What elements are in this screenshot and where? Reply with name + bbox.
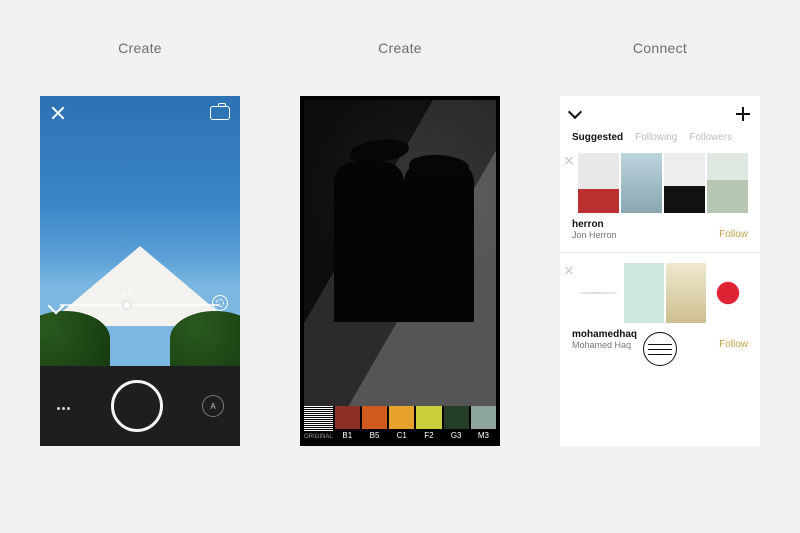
camera-bottom-bar: A xyxy=(40,366,240,446)
avatar-placeholder xyxy=(578,292,618,294)
editor-image[interactable] xyxy=(304,100,496,406)
filter-label: M3 xyxy=(478,431,489,440)
close-icon[interactable] xyxy=(50,105,66,121)
filter-c1[interactable]: C1 xyxy=(389,406,414,442)
mode-label: A xyxy=(210,402,215,411)
dismiss-icon[interactable] xyxy=(564,265,574,275)
tab-followers[interactable]: Followers xyxy=(689,132,732,143)
globe-overlay-icon xyxy=(643,332,677,366)
follow-button[interactable]: Follow xyxy=(719,339,748,350)
username[interactable]: mohamedhaq xyxy=(572,329,637,340)
more-options-icon[interactable] xyxy=(56,397,71,415)
editor-screen: ORIGINAL B1 B5 C1 F2 G3 M3 xyxy=(300,96,500,446)
switch-camera-icon[interactable] xyxy=(210,106,230,120)
tab-following[interactable]: Following xyxy=(635,132,677,143)
filter-label: B1 xyxy=(342,431,352,440)
column-title-camera: Create xyxy=(118,40,162,56)
filter-label: G3 xyxy=(451,431,462,440)
username[interactable]: herron xyxy=(572,219,617,230)
exposure-value: 0.0 xyxy=(122,289,133,298)
display-name: Mohamed Haq xyxy=(572,340,637,350)
filter-b1[interactable]: B1 xyxy=(335,406,360,442)
filter-label: F2 xyxy=(424,431,433,440)
exposure-knob[interactable] xyxy=(122,300,132,310)
collapse-chevron-icon[interactable] xyxy=(568,105,582,119)
filter-f2[interactable]: F2 xyxy=(416,406,441,442)
shutter-button[interactable] xyxy=(111,380,163,432)
column-title-editor: Create xyxy=(378,40,422,56)
filter-b5[interactable]: B5 xyxy=(362,406,387,442)
camera-viewfinder: 0.0 xyxy=(40,96,240,366)
display-name: Jon Herron xyxy=(572,230,617,240)
column-title-connect: Connect xyxy=(633,40,687,56)
thumbnail-strip[interactable] xyxy=(578,153,748,213)
filter-m3[interactable]: M3 xyxy=(471,406,496,442)
filter-label: C1 xyxy=(397,431,407,440)
divider xyxy=(560,252,760,253)
user-card: mohamedhaq Mohamed Haq Follow xyxy=(560,259,760,360)
filter-g3[interactable]: G3 xyxy=(444,406,469,442)
add-icon[interactable] xyxy=(736,107,750,121)
filter-original[interactable]: ORIGINAL xyxy=(304,406,333,442)
camera-screen: 0.0 A xyxy=(40,96,240,446)
filter-label: ORIGINAL xyxy=(304,434,333,440)
follow-button[interactable]: Follow xyxy=(719,229,748,240)
thumbnail-strip[interactable] xyxy=(578,263,748,323)
filter-tray: ORIGINAL B1 B5 C1 F2 G3 M3 xyxy=(304,406,496,442)
filter-label: B5 xyxy=(370,431,380,440)
connect-screen: Suggested Following Followers herron Jon… xyxy=(560,96,760,446)
settings-gear-icon[interactable] xyxy=(212,295,228,311)
connect-tabs: Suggested Following Followers xyxy=(560,132,760,149)
dismiss-icon[interactable] xyxy=(564,155,574,165)
mode-toggle-button[interactable]: A xyxy=(202,395,224,417)
exposure-slider[interactable]: 0.0 xyxy=(60,304,220,306)
tab-suggested[interactable]: Suggested xyxy=(572,132,623,143)
user-card: herron Jon Herron Follow xyxy=(560,149,760,250)
